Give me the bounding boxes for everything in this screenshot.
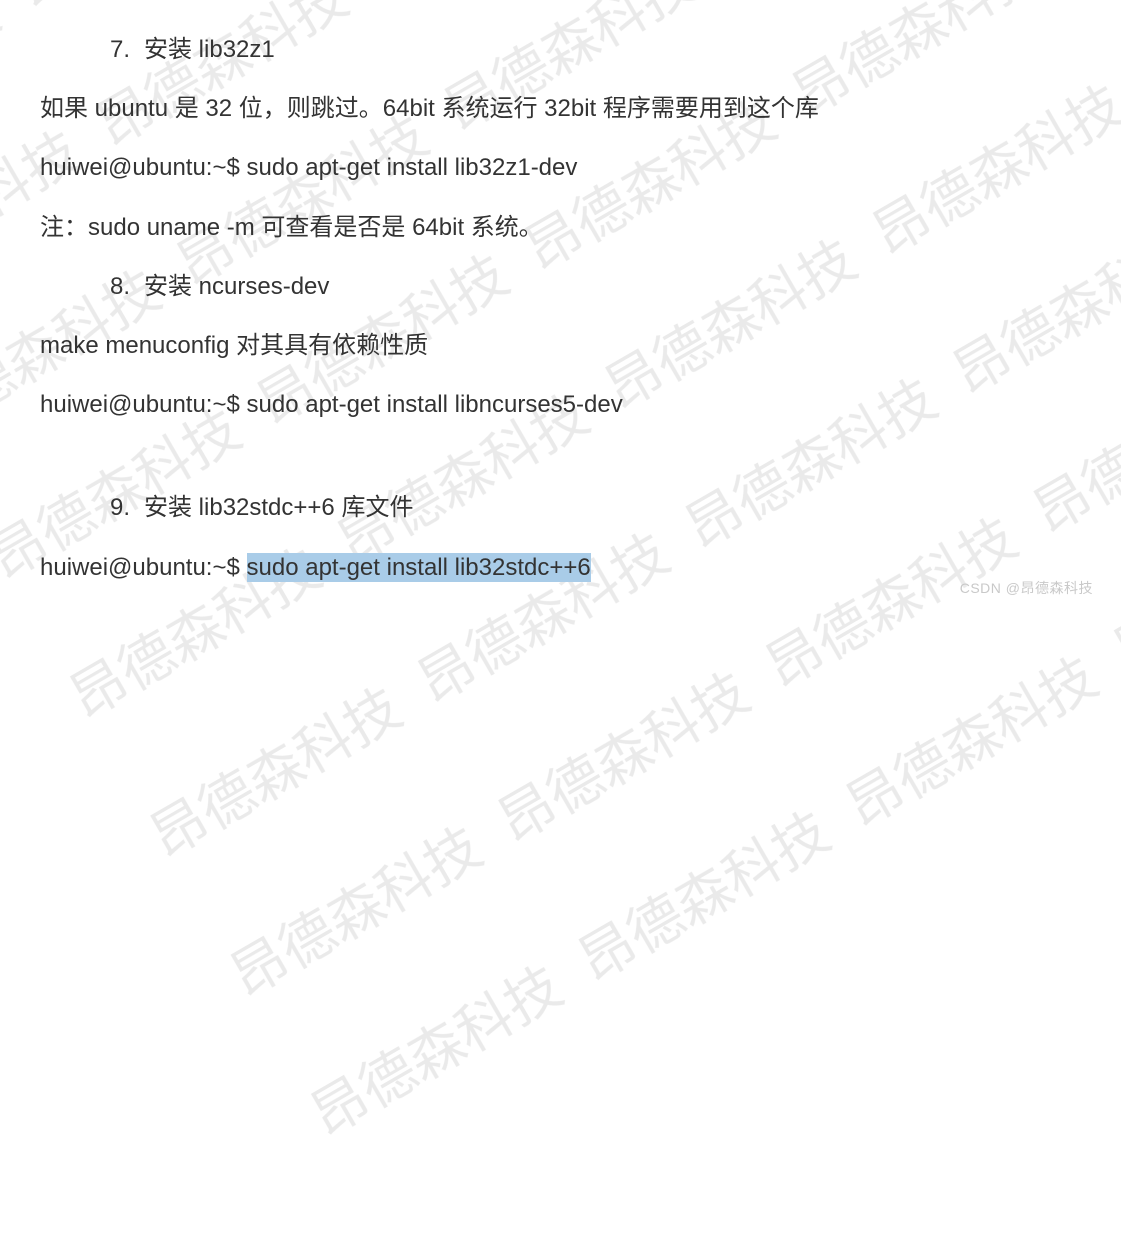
step-num: 8. bbox=[110, 265, 130, 308]
step-8-heading: 8. 安装 ncurses-dev bbox=[40, 265, 1081, 308]
step-num: 9. bbox=[110, 486, 130, 529]
selected-text[interactable]: sudo apt-get install lib32stdc++6 bbox=[247, 553, 591, 582]
footer-credit: CSDN @昂德森科技 bbox=[960, 578, 1093, 598]
step-title: 安装 lib32z1 bbox=[144, 28, 275, 71]
prompt: huiwei@ubuntu:~$ bbox=[40, 554, 247, 581]
step-9-cmd-line: huiwei@ubuntu:~$ sudo apt-get install li… bbox=[40, 546, 1081, 589]
step-7-cmd: huiwei@ubuntu:~$ sudo apt-get install li… bbox=[40, 146, 1081, 189]
step-8-desc: make menuconfig 对其具有依赖性质 bbox=[40, 324, 1081, 367]
step-title: 安装 lib32stdc++6 库文件 bbox=[144, 486, 413, 529]
step-8-cmd: huiwei@ubuntu:~$ sudo apt-get install li… bbox=[40, 383, 1081, 426]
document-content: 7. 安装 lib32z1 如果 ubuntu 是 32 位，则跳过。64bit… bbox=[0, 0, 1121, 620]
step-title: 安装 ncurses-dev bbox=[144, 265, 329, 308]
step-num: 7. bbox=[110, 28, 130, 71]
step-9-heading: 9. 安装 lib32stdc++6 库文件 bbox=[40, 486, 1081, 529]
step-7-note: 注：sudo uname -m 可查看是否是 64bit 系统。 bbox=[40, 206, 1081, 249]
step-7-desc: 如果 ubuntu 是 32 位，则跳过。64bit 系统运行 32bit 程序… bbox=[40, 87, 1081, 130]
step-7-heading: 7. 安装 lib32z1 bbox=[40, 28, 1081, 71]
